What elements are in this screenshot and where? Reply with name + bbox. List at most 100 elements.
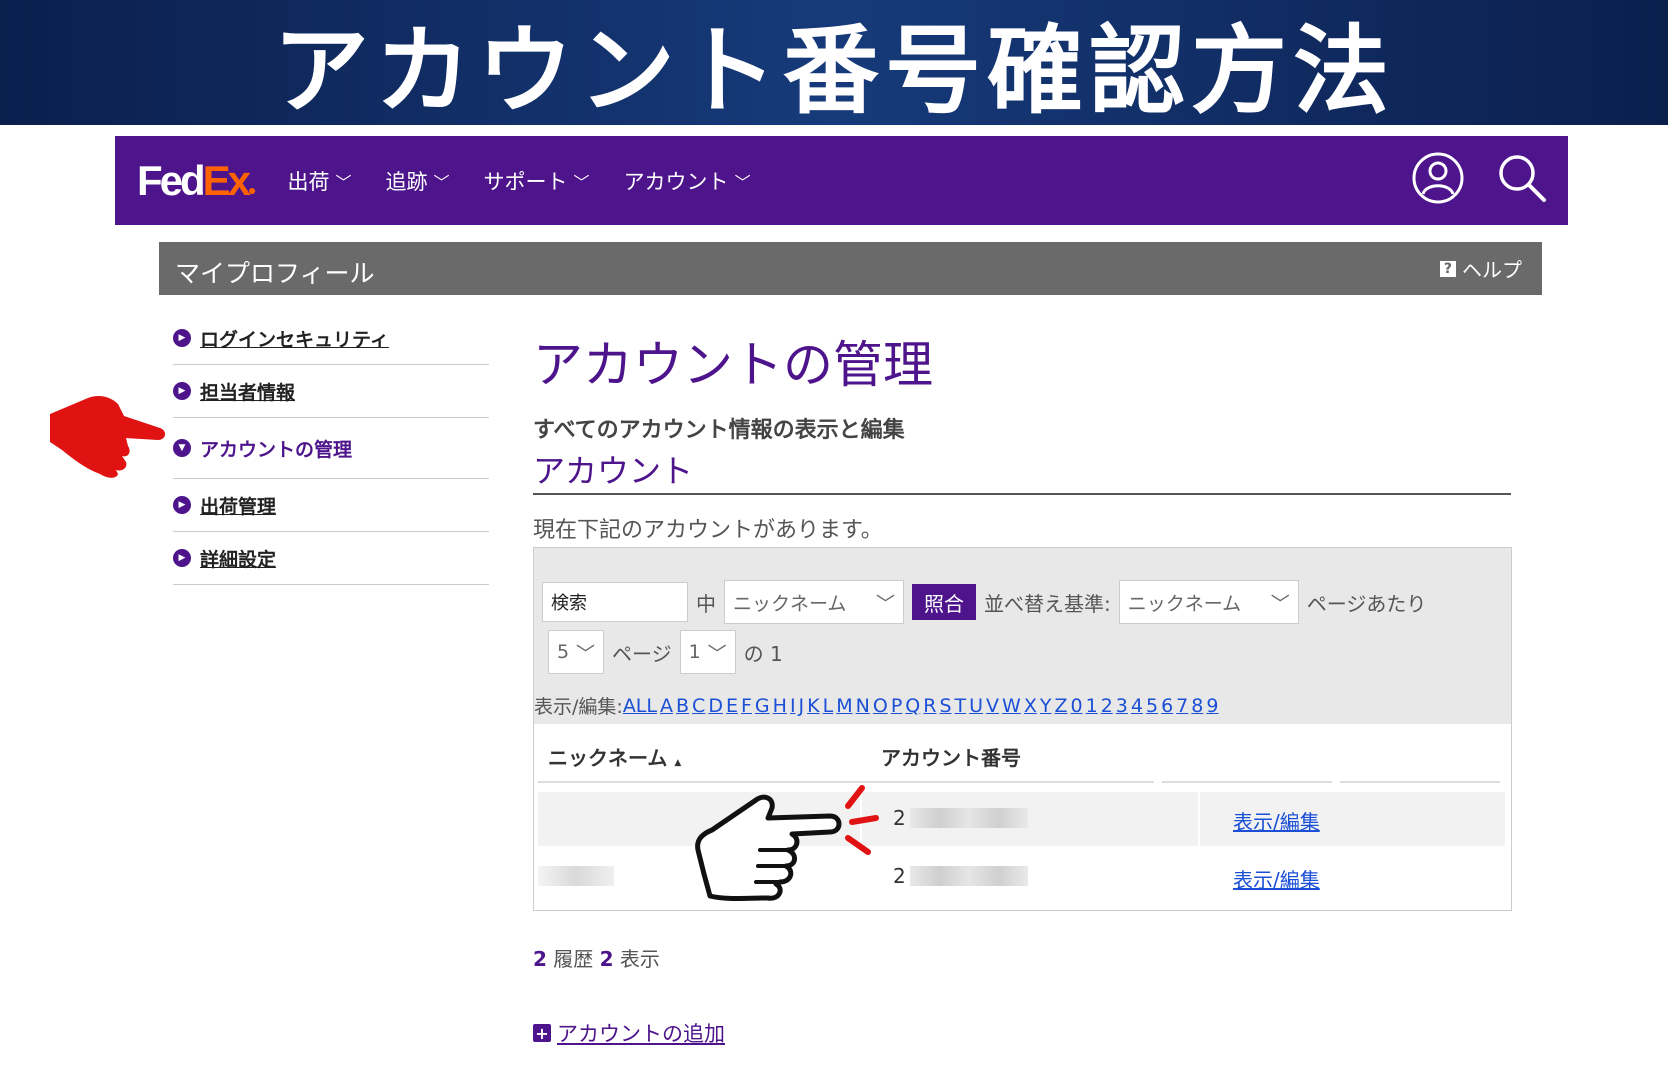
letter-filter-e[interactable]: E (726, 695, 738, 717)
display-count: 2 (599, 947, 614, 971)
letter-filter-w[interactable]: W (1002, 695, 1021, 717)
bullet-arrow-icon: ▶ (173, 496, 191, 514)
logo-fed: Fed (137, 156, 206, 204)
letter-filter-u[interactable]: U (969, 695, 983, 717)
sidebar-item-label: アカウントの管理 (200, 438, 353, 461)
sidebar-item-shipping-management[interactable]: ▶ 出荷管理 (173, 479, 489, 532)
page-of-label: の 1 (743, 641, 783, 666)
chevron-down-icon: ﹀ (875, 592, 895, 615)
sidebar-item-contact-info[interactable]: ▶ 担当者情報 (173, 365, 489, 418)
sort-asc-icon: ▲ (674, 758, 682, 768)
user-icon[interactable] (1410, 150, 1466, 206)
header-divider (1340, 781, 1500, 783)
letter-filter-t[interactable]: T (955, 695, 967, 717)
letter-filter-a[interactable]: A (660, 695, 673, 717)
letter-filter-8[interactable]: 8 (1191, 695, 1203, 717)
letter-filter-5[interactable]: 5 (1146, 695, 1158, 717)
letter-filter-l[interactable]: L (823, 695, 834, 717)
history-count: 2 (533, 947, 547, 971)
view-edit-link[interactable]: 表示/編集 (1233, 806, 1320, 835)
letter-filter-r[interactable]: R (923, 695, 936, 717)
bullet-arrow-icon: ▶ (173, 382, 191, 400)
per-page-select[interactable]: 5 ﹀ (548, 630, 604, 674)
letter-filter-f[interactable]: F (741, 695, 752, 717)
letter-filter-4[interactable]: 4 (1131, 695, 1143, 717)
search-field-select[interactable]: ニックネーム ﹀ (724, 580, 904, 624)
search-icon[interactable] (1496, 152, 1548, 204)
profile-title: マイプロフィール (175, 259, 375, 288)
letter-filter-h[interactable]: H (773, 695, 787, 717)
per-page-label: ページあたり (1306, 591, 1427, 616)
letter-filter-1[interactable]: 1 (1086, 695, 1098, 717)
sidebar-item-login-security[interactable]: ▶ ログインセキュリティ (173, 312, 489, 365)
letter-filter-z[interactable]: Z (1054, 695, 1067, 717)
profile-header: マイプロフィール ? ヘルプ (159, 242, 1542, 295)
letter-filter-9[interactable]: 9 (1206, 695, 1218, 717)
plus-icon: + (533, 1024, 551, 1043)
nav-item-shipping[interactable]: 出荷 ﹀ (288, 166, 352, 196)
view-edit-link[interactable]: 表示/編集 (1233, 864, 1320, 893)
fedex-logo[interactable]: FedEx● (137, 156, 257, 205)
letter-filter-links: ALL A B C D E F G H I J K L M N O P Q R S T U V W X Y Z 0 1 2 3 4 5 6 7 8 9 (623, 695, 1222, 717)
letter-filter-v[interactable]: V (986, 695, 999, 717)
help-link[interactable]: ? ヘルプ (1439, 254, 1522, 283)
letter-filter-m[interactable]: M (836, 695, 852, 717)
pointing-hand-outline-icon (695, 785, 879, 901)
sidebar-item-preferences[interactable]: ▶ 詳細設定 (173, 532, 489, 585)
letter-filter-b[interactable]: B (676, 695, 689, 717)
letter-filter-2[interactable]: 2 (1101, 695, 1113, 717)
letter-filter-p[interactable]: P (891, 695, 902, 717)
letter-filter-i[interactable]: I (790, 695, 796, 717)
letter-filter-k[interactable]: K (807, 695, 819, 717)
sidebar-item-label: 詳細設定 (200, 548, 277, 571)
letter-filter-0[interactable]: 0 (1071, 695, 1083, 717)
letter-filter-s[interactable]: S (939, 695, 951, 717)
redacted-account-number (909, 808, 1028, 828)
page-title: アカウントの管理 (533, 336, 933, 394)
chevron-down-icon: ﹀ (734, 172, 751, 192)
help-label: ヘルプ (1462, 258, 1522, 282)
letter-filter-n[interactable]: N (856, 695, 870, 717)
banner: アカウント番号確認方法 (0, 0, 1668, 127)
logo-ex: Ex (202, 156, 251, 204)
letter-filter-j[interactable]: J (799, 695, 805, 717)
nav-item-account[interactable]: アカウント ﹀ (624, 166, 751, 196)
sidebar-item-account-management[interactable]: ▼ アカウントの管理 (173, 418, 489, 479)
letter-filter-o[interactable]: O (873, 695, 888, 717)
letter-filter-row: 表示/編集: ALL A B C D E F G H I J K L M N O P Q R S T U V W X Y Z 0 1 2 3… (534, 692, 1221, 719)
sort-select[interactable]: ニックネーム ﹀ (1118, 580, 1299, 624)
chevron-down-icon: ﹀ (1270, 592, 1290, 615)
section-title: アカウント (533, 452, 694, 490)
col-header-nickname[interactable]: ニックネーム ▲ (548, 742, 681, 771)
profile-sidebar: ▶ ログインセキュリティ ▶ 担当者情報 ▼ アカウントの管理 ▶ 出荷管理 ▶… (173, 312, 489, 585)
nav-item-label: 追跡 (385, 169, 428, 194)
letter-filter-6[interactable]: 6 (1161, 695, 1173, 717)
search-input[interactable] (542, 582, 688, 622)
nav-item-support[interactable]: サポート ﹀ (484, 166, 590, 196)
chevron-down-icon: ﹀ (707, 642, 727, 665)
add-account-link[interactable]: + アカウントの追加 (533, 1018, 725, 1048)
letter-filter-q[interactable]: Q (905, 695, 920, 717)
letter-filter-3[interactable]: 3 (1116, 695, 1128, 717)
col-header-label: ニックネーム (548, 746, 668, 770)
add-account-label: アカウントの追加 (557, 1022, 725, 1046)
letter-filter-x[interactable]: X (1024, 695, 1037, 717)
chevron-down-icon: ﹀ (433, 172, 450, 192)
letter-filter-d[interactable]: D (708, 695, 723, 717)
letter-filter-g[interactable]: G (755, 695, 770, 717)
sort-label: 並べ替え基準: (984, 591, 1111, 616)
match-button[interactable]: 照合 (912, 584, 976, 620)
redacted-account-number (909, 866, 1028, 886)
bullet-down-icon: ▼ (173, 439, 191, 457)
letter-filter-y[interactable]: Y (1040, 695, 1052, 717)
select-value: 1 (688, 641, 701, 663)
letter-filter-c[interactable]: C (692, 695, 705, 717)
chevron-down-icon: ﹀ (335, 172, 352, 192)
letter-filter-7[interactable]: 7 (1176, 695, 1188, 717)
select-value: ニックネーム (1127, 592, 1242, 615)
letter-filter-all[interactable]: ALL (623, 695, 657, 717)
page-select[interactable]: 1 ﹀ (679, 630, 736, 674)
pointing-hand-red-icon (50, 396, 166, 478)
nav-item-tracking[interactable]: 追跡 ﹀ (386, 166, 450, 196)
logo-dot: ● (248, 181, 257, 198)
